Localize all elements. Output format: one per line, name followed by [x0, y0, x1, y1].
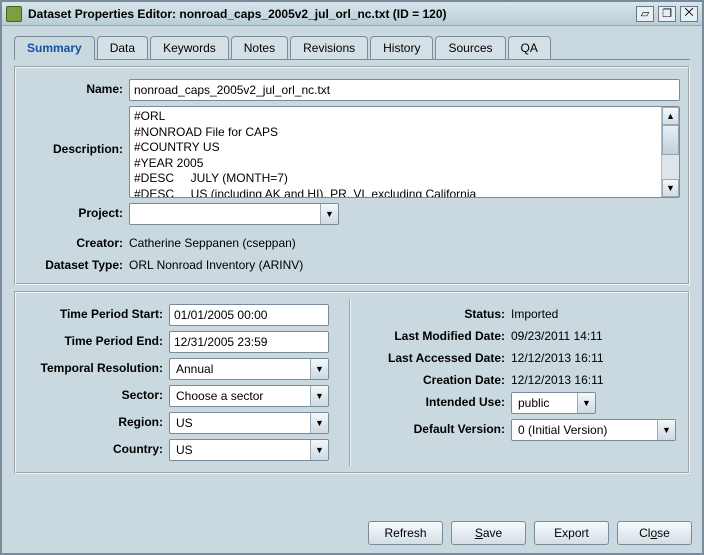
name-input[interactable]: [129, 79, 680, 101]
label-tempres: Temporal Resolution:: [24, 358, 169, 375]
project-select[interactable]: ▼: [129, 203, 339, 225]
description-scrollbar[interactable]: ▲ ▼: [661, 107, 679, 197]
tabs: Summary Data Keywords Notes Revisions Hi…: [14, 36, 690, 60]
restore-icon[interactable]: ❐: [658, 6, 676, 22]
chevron-down-icon: ▼: [657, 420, 675, 440]
scroll-up-icon[interactable]: ▲: [662, 107, 679, 125]
panel-bottom: Time Period Start: Time Period End: Temp…: [14, 291, 690, 474]
label-tpend: Time Period End:: [24, 331, 169, 348]
window-title: Dataset Properties Editor: nonroad_caps_…: [28, 7, 636, 21]
label-project: Project:: [24, 203, 129, 220]
label-region: Region:: [24, 412, 169, 429]
tab-keywords[interactable]: Keywords: [150, 36, 229, 59]
label-dataset-type: Dataset Type:: [24, 255, 129, 272]
time-period-end-input[interactable]: [169, 331, 329, 353]
label-country: Country:: [24, 439, 169, 456]
export-button[interactable]: Export: [534, 521, 609, 545]
tab-history[interactable]: History: [370, 36, 433, 59]
panel-top: Name: Description: #ORL #NONROAD File fo…: [14, 66, 690, 285]
creator-value: Catherine Seppanen (cseppan): [129, 233, 680, 250]
button-bar: Refresh Save Export Close: [2, 515, 702, 553]
tab-sources[interactable]: Sources: [435, 36, 505, 59]
tab-summary[interactable]: Summary: [14, 36, 95, 60]
content: Summary Data Keywords Notes Revisions Hi…: [2, 26, 702, 515]
last-accessed-value: 12/12/2013 16:11: [511, 348, 680, 365]
chevron-down-icon: ▼: [310, 440, 328, 460]
label-creator: Creator:: [24, 233, 129, 250]
tab-revisions[interactable]: Revisions: [290, 36, 368, 59]
refresh-button[interactable]: Refresh: [368, 521, 443, 545]
description-textarea[interactable]: #ORL #NONROAD File for CAPS #COUNTRY US …: [129, 106, 680, 198]
window: Dataset Properties Editor: nonroad_caps_…: [0, 0, 704, 555]
status-value: Imported: [511, 304, 680, 321]
label-name: Name:: [24, 79, 129, 96]
scroll-thumb[interactable]: [662, 125, 679, 155]
default-version-select[interactable]: 0 (Initial Version) ▼: [511, 419, 676, 441]
chevron-down-icon: ▼: [577, 393, 595, 413]
titlebar[interactable]: Dataset Properties Editor: nonroad_caps_…: [2, 2, 702, 26]
save-button[interactable]: Save: [451, 521, 526, 545]
label-intended: Intended Use:: [361, 392, 511, 409]
maximize-icon[interactable]: ▱: [636, 6, 654, 22]
sector-select[interactable]: Choose a sector ▼: [169, 385, 329, 407]
dataset-type-value: ORL Nonroad Inventory (ARINV): [129, 255, 680, 272]
tab-notes[interactable]: Notes: [231, 36, 288, 59]
chevron-down-icon: ▼: [310, 413, 328, 433]
country-select[interactable]: US ▼: [169, 439, 329, 461]
time-period-start-input[interactable]: [169, 304, 329, 326]
label-status: Status:: [361, 304, 511, 321]
tab-data[interactable]: Data: [97, 36, 148, 59]
chevron-down-icon: ▼: [310, 386, 328, 406]
chevron-down-icon: ▼: [310, 359, 328, 379]
label-tpstart: Time Period Start:: [24, 304, 169, 321]
creation-date-value: 12/12/2013 16:11: [511, 370, 680, 387]
chevron-down-icon: ▼: [320, 204, 338, 224]
label-sector: Sector:: [24, 385, 169, 402]
intended-use-select[interactable]: public ▼: [511, 392, 596, 414]
scroll-down-icon[interactable]: ▼: [662, 179, 679, 197]
label-defver: Default Version:: [361, 419, 511, 436]
tab-qa[interactable]: QA: [508, 36, 551, 59]
close-icon[interactable]: ⨉: [680, 6, 698, 22]
label-lmd: Last Modified Date:: [361, 326, 511, 343]
close-button[interactable]: Close: [617, 521, 692, 545]
temporal-resolution-select[interactable]: Annual ▼: [169, 358, 329, 380]
last-modified-value: 09/23/2011 14:11: [511, 326, 680, 343]
label-description: Description:: [24, 106, 129, 156]
region-select[interactable]: US ▼: [169, 412, 329, 434]
label-lad: Last Accessed Date:: [361, 348, 511, 365]
app-icon: [6, 6, 22, 22]
label-cd: Creation Date:: [361, 370, 511, 387]
